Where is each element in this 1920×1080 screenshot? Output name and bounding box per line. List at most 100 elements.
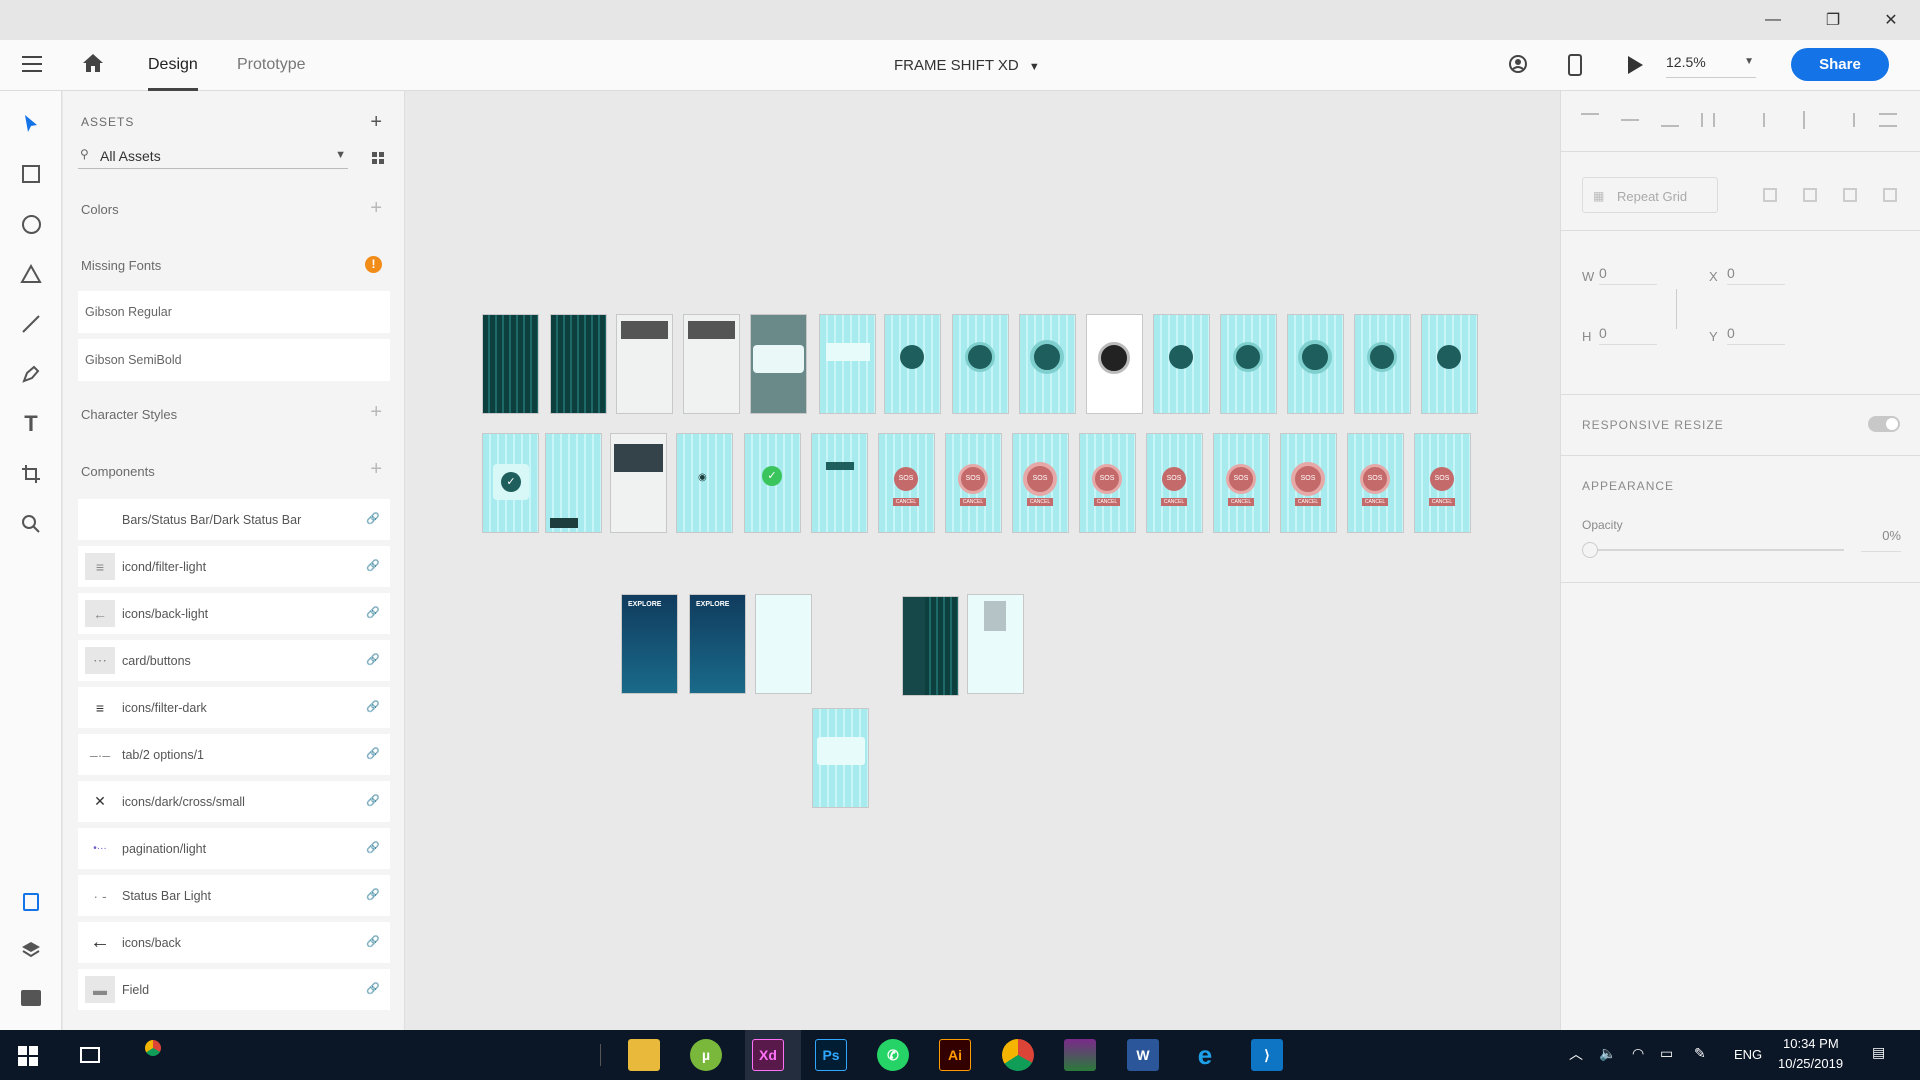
- language-indicator[interactable]: ENG: [1734, 1047, 1762, 1062]
- clock-time[interactable]: 10:34 PM: [1783, 1036, 1839, 1051]
- notifications-icon[interactable]: ▤: [1872, 1044, 1885, 1061]
- component-item[interactable]: –·– tab/2 options/1 🔗: [78, 734, 390, 775]
- align-left-icon[interactable]: [1763, 113, 1777, 127]
- component-item[interactable]: · - Status Bar Light 🔗: [78, 875, 390, 916]
- component-item[interactable]: ⋯ card/buttons 🔗: [78, 640, 390, 681]
- minimize-button[interactable]: —: [1750, 0, 1796, 40]
- boolean-intersect-icon[interactable]: [1843, 188, 1857, 202]
- utorrent-icon[interactable]: µ: [690, 1039, 722, 1071]
- select-tool-icon[interactable]: [18, 111, 44, 137]
- artboard[interactable]: [616, 314, 673, 414]
- vscode-icon[interactable]: ⟩: [1251, 1039, 1283, 1071]
- artboard[interactable]: SOS CANCEL: [1146, 433, 1203, 533]
- artboard[interactable]: [1421, 314, 1478, 414]
- pen-tool-icon[interactable]: [18, 361, 44, 387]
- missing-font-item[interactable]: Gibson SemiBold: [78, 339, 390, 381]
- rectangle-tool-icon[interactable]: [18, 161, 44, 187]
- document-title[interactable]: FRAME SHIFT XD ▼: [894, 57, 1040, 74]
- component-item[interactable]: ← icons/back-light 🔗: [78, 593, 390, 634]
- design-canvas[interactable]: ✓ ◉ ✓ SOS CANCEL SOS CANCEL SOS CANCEL SOS C…: [405, 91, 1560, 1030]
- repeat-grid-button[interactable]: ▦ Repeat Grid: [1582, 177, 1718, 213]
- artboard[interactable]: [610, 433, 667, 533]
- artboard[interactable]: [1019, 314, 1076, 414]
- play-icon[interactable]: [1626, 55, 1644, 80]
- chrome-pinned-icon[interactable]: [145, 1040, 161, 1056]
- lock-aspect-icon[interactable]: [1671, 289, 1677, 329]
- layers-icon[interactable]: [18, 937, 44, 963]
- add-color-icon[interactable]: +: [370, 198, 382, 218]
- width-field[interactable]: 0: [1599, 261, 1657, 285]
- text-tool-icon[interactable]: T: [18, 411, 44, 437]
- internet-explorer-icon[interactable]: e: [1189, 1039, 1221, 1071]
- illustrator-icon[interactable]: Ai: [939, 1039, 971, 1071]
- battery-icon[interactable]: ▭: [1660, 1045, 1673, 1062]
- task-view-icon[interactable]: [80, 1047, 100, 1063]
- slider-handle[interactable]: [1582, 542, 1598, 558]
- zoom-tool-icon[interactable]: [18, 511, 44, 537]
- component-item[interactable]: ≡ icond/filter-light 🔗: [78, 546, 390, 587]
- boolean-exclude-icon[interactable]: [1883, 188, 1897, 202]
- artboard[interactable]: SOS CANCEL: [1213, 433, 1270, 533]
- component-item[interactable]: ✕ icons/dark/cross/small 🔗: [78, 781, 390, 822]
- boolean-add-icon[interactable]: [1763, 188, 1777, 202]
- artboard[interactable]: ◉: [676, 433, 733, 533]
- line-tool-icon[interactable]: [18, 311, 44, 337]
- polygon-tool-icon[interactable]: [18, 261, 44, 287]
- artboard[interactable]: [755, 594, 812, 694]
- tab-design[interactable]: Design: [148, 56, 198, 74]
- artboard[interactable]: [550, 314, 607, 414]
- user-icon[interactable]: [1508, 54, 1530, 81]
- share-button[interactable]: Share: [1791, 48, 1889, 81]
- file-explorer-icon[interactable]: [628, 1039, 660, 1071]
- artboard[interactable]: [750, 314, 807, 414]
- zoom-select[interactable]: 12.5% ▼: [1666, 54, 1756, 78]
- artboard[interactable]: SOS CANCEL: [878, 433, 935, 533]
- artboard[interactable]: [1220, 314, 1277, 414]
- missing-font-item[interactable]: Gibson Regular: [78, 291, 390, 333]
- word-icon[interactable]: W: [1127, 1039, 1159, 1071]
- grid-view-icon[interactable]: [372, 152, 384, 164]
- add-asset-icon[interactable]: +: [370, 112, 382, 132]
- hamburger-menu-icon[interactable]: [22, 56, 42, 72]
- y-field[interactable]: 0: [1727, 321, 1785, 345]
- chrome-icon[interactable]: [1002, 1039, 1034, 1071]
- distribute-horizontal-icon[interactable]: [1879, 113, 1897, 127]
- artboard[interactable]: SOS CANCEL: [1280, 433, 1337, 533]
- artboard[interactable]: SOS CANCEL: [1414, 433, 1471, 533]
- volume-icon[interactable]: 🔈: [1599, 1045, 1616, 1062]
- boolean-subtract-icon[interactable]: [1803, 188, 1817, 202]
- artboard[interactable]: [1287, 314, 1344, 414]
- align-middle-icon[interactable]: [1621, 119, 1639, 121]
- tray-chevron-up-icon[interactable]: ︿: [1569, 1044, 1583, 1064]
- wifi-icon[interactable]: ◠: [1632, 1045, 1644, 1062]
- add-character-style-icon[interactable]: +: [370, 402, 382, 422]
- opacity-slider[interactable]: [1582, 542, 1844, 558]
- artboard[interactable]: EXPLORE: [621, 594, 678, 694]
- windows-start-icon[interactable]: [18, 1046, 38, 1066]
- add-component-icon[interactable]: +: [370, 459, 382, 479]
- opacity-field[interactable]: 0%: [1861, 528, 1901, 552]
- artboard[interactable]: ✓: [744, 433, 801, 533]
- close-button[interactable]: ✕: [1868, 0, 1914, 40]
- height-field[interactable]: 0: [1599, 321, 1657, 345]
- plugins-icon[interactable]: [18, 985, 44, 1011]
- artboard-tool-icon[interactable]: [18, 461, 44, 487]
- whatsapp-icon[interactable]: ✆: [877, 1039, 909, 1071]
- device-preview-icon[interactable]: [1568, 54, 1582, 76]
- photoshop-icon[interactable]: Ps: [815, 1039, 847, 1071]
- artboard[interactable]: EXPLORE: [689, 594, 746, 694]
- artboard[interactable]: [884, 314, 941, 414]
- component-item[interactable]: ≡ icons/filter-dark 🔗: [78, 687, 390, 728]
- distribute-vertical-icon[interactable]: [1701, 113, 1715, 127]
- align-top-icon[interactable]: [1581, 113, 1599, 127]
- component-item[interactable]: ← icons/back 🔗: [78, 922, 390, 963]
- artboard[interactable]: [1153, 314, 1210, 414]
- assets-panel-icon[interactable]: [18, 889, 44, 915]
- align-center-icon[interactable]: [1803, 111, 1805, 129]
- artboard[interactable]: [482, 314, 539, 414]
- artboard[interactable]: [812, 708, 869, 808]
- artboard[interactable]: [1086, 314, 1143, 414]
- artboard[interactable]: [545, 433, 602, 533]
- align-right-icon[interactable]: [1841, 113, 1855, 127]
- artboard[interactable]: [819, 314, 876, 414]
